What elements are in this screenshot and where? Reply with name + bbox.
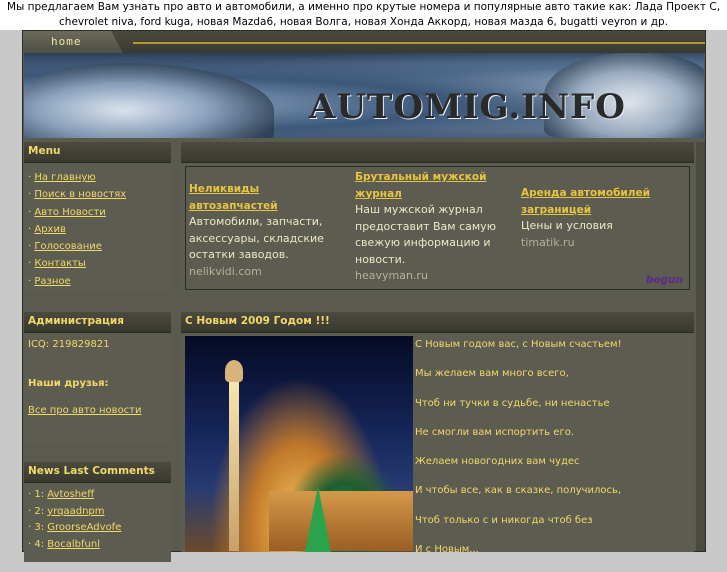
menu-link-home[interactable]: На главную — [34, 172, 95, 183]
menu-link-archive[interactable]: Архив — [34, 224, 66, 235]
ad-item: Брутальный мужской журнал Наш мужской жу… — [355, 169, 515, 285]
ad-text: Автомобили, запчасти, аксессуары, складс… — [189, 215, 324, 261]
menu-link-vote[interactable]: Голосование — [34, 241, 102, 252]
admin-body: ICQ: 219829821 Наши друзья: Все про авто… — [24, 333, 171, 420]
ad-domain[interactable]: heavyman.ru — [355, 268, 515, 285]
ad-text: Наш мужской журнал предоставит Вам самую… — [355, 203, 496, 266]
home-tab[interactable]: home — [23, 31, 123, 53]
ad-title[interactable]: Аренда автомобилей заграницей — [521, 185, 681, 218]
comments-title: News Last Comments — [24, 462, 171, 483]
news-article: С Новым 2009 Годом !!! С Новым годом вас… — [181, 312, 694, 555]
ad-text: Цены и условия — [521, 219, 613, 232]
menu-link-misc[interactable]: Разное — [34, 276, 70, 287]
ad-domain[interactable]: nelikvidi.com — [189, 264, 349, 281]
menu-item: · Голосование — [28, 241, 102, 253]
menu-link-search[interactable]: Поиск в новостях — [34, 189, 126, 200]
ads-block: Неликвиды автозапчастей Автомобили, запч… — [185, 166, 690, 290]
comment-link[interactable]: yrqaadnpm — [47, 506, 104, 517]
ad-title[interactable]: Брутальный мужской журнал — [355, 169, 515, 202]
ad-item: Неликвиды автозапчастей Автомобили, запч… — [189, 181, 349, 280]
comment-item: · 2: yrqaadnpm — [28, 505, 105, 517]
ad-network-brand[interactable]: begun — [646, 274, 683, 286]
ads-head — [181, 142, 694, 163]
admin-box: Администрация ICQ: 219829821 Наши друзья… — [24, 312, 171, 442]
greeting-line: Не смогли вам испортить его. — [415, 426, 575, 438]
menu-item: · Разное — [28, 275, 71, 287]
christmas-tree-image — [305, 486, 331, 552]
menu-box: Menu · На главную · Поиск в новостях · А… — [24, 142, 171, 292]
friend-link[interactable]: Все про авто новости — [28, 405, 167, 416]
statue-image — [225, 360, 243, 382]
comment-num: 2: — [34, 505, 45, 517]
menu-item: · Авто Новости — [28, 206, 106, 218]
home-label[interactable]: home — [51, 35, 82, 48]
menu-link-contacts[interactable]: Контакты — [34, 258, 85, 269]
admin-title: Администрация — [24, 312, 171, 333]
menu-item: · Архив — [28, 223, 66, 235]
ad-domain[interactable]: timatik.ru — [521, 235, 681, 252]
greeting-line: С Новым годом вас, с Новым счастьем! — [415, 339, 622, 350]
menu-item: · Контакты — [28, 258, 86, 270]
ad-item: Аренда автомобилей заграницей Цены и усл… — [521, 185, 681, 251]
news-title[interactable]: С Новым 2009 Годом !!! — [181, 312, 694, 333]
news-photo — [185, 336, 413, 552]
comment-link[interactable]: GroorseAdvofe — [47, 522, 121, 533]
menu-item: · Поиск в новостях — [28, 189, 127, 201]
comment-num: 4: — [34, 538, 45, 550]
comment-item: · 3: GroorseAdvofe — [28, 522, 122, 533]
menu-title: Menu — [24, 142, 171, 163]
icq-number: ICQ: 219829821 — [28, 339, 110, 350]
site-frame: home AUTOMIG.INFO Menu · На главную · По… — [22, 30, 706, 562]
comment-num: 1: — [34, 489, 45, 500]
site-logo[interactable]: AUTOMIG.INFO — [309, 87, 626, 127]
right-column — [696, 142, 705, 551]
top-nav: home — [23, 31, 705, 53]
column-image — [229, 376, 239, 551]
friends-title: Наши друзья: — [28, 378, 109, 389]
ad-title[interactable]: Неликвиды автозапчастей — [189, 181, 349, 214]
comment-item: · 1: Avtosheff — [28, 489, 95, 500]
greeting-line: И с Новым... — [415, 544, 479, 556]
greeting-line: Чтоб ни тучки в судьбе, ни ненастье — [415, 397, 610, 409]
comments-box: News Last Comments · 1: Avtosheff · 2: y… — [24, 462, 171, 562]
comment-link[interactable]: Avtosheff — [47, 489, 94, 500]
nav-divider — [133, 42, 705, 44]
ads-section: Неликвиды автозапчастей Автомобили, запч… — [181, 142, 694, 292]
comments-list: · 1: Avtosheff · 2: yrqaadnpm · 3: Groor… — [24, 483, 171, 553]
header-banner: AUTOMIG.INFO — [24, 53, 704, 138]
greeting-line: И чтобы все, как в сказке, получилось, — [415, 485, 622, 497]
comment-link[interactable]: Bocalbfunl — [47, 539, 100, 550]
menu-link-auto-news[interactable]: Авто Новости — [34, 207, 105, 218]
comment-num: 3: — [34, 522, 45, 533]
building-image — [269, 491, 413, 551]
menu-list: · На главную · Поиск в новостях · Авто Н… — [24, 163, 171, 290]
car-image-left — [24, 63, 274, 138]
greeting-line: Чтоб только с и никогда чтоб без — [415, 514, 593, 526]
intro-text: Мы предлагаем Вам узнать про авто и авто… — [0, 0, 727, 30]
menu-item: · На главную — [28, 172, 96, 183]
greeting-line: Мы желаем вам много всего, — [415, 368, 569, 380]
greeting-line: Желаем новогодних вам чудес — [415, 456, 580, 468]
greeting-text: С Новым годом вас, с Новым счастьем! Мы … — [415, 338, 690, 572]
